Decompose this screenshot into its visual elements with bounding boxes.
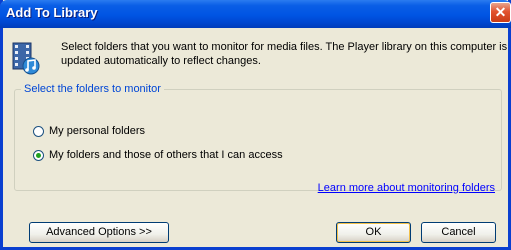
radio-personal-folders-circle[interactable] bbox=[33, 125, 44, 137]
folders-group-legend: Select the folders to monitor bbox=[24, 83, 161, 95]
learn-more-link[interactable]: Learn more about monitoring folders bbox=[318, 182, 495, 194]
close-button[interactable]: ✕ bbox=[490, 2, 511, 23]
cancel-button[interactable]: Cancel bbox=[421, 222, 496, 243]
close-icon: ✕ bbox=[494, 4, 507, 20]
advanced-options-button[interactable]: Advanced Options >> bbox=[29, 222, 169, 243]
radio-personal-folders[interactable]: My personal folders bbox=[33, 125, 145, 137]
title-bar[interactable]: Add To Library ✕ bbox=[0, 0, 511, 28]
add-to-library-dialog: Add To Library ✕ Select folders that you… bbox=[0, 0, 511, 250]
radio-all-accessible-folders-label[interactable]: My folders and those of others that I ca… bbox=[49, 149, 283, 161]
ok-button[interactable]: OK bbox=[336, 222, 411, 243]
radio-personal-folders-label[interactable]: My personal folders bbox=[49, 125, 145, 137]
intro-text: Select folders that you want to monitor … bbox=[61, 41, 508, 67]
media-library-icon bbox=[12, 42, 40, 75]
dialog-title: Add To Library bbox=[6, 5, 98, 20]
radio-all-accessible-folders[interactable]: My folders and those of others that I ca… bbox=[33, 149, 283, 161]
radio-all-accessible-folders-circle[interactable] bbox=[33, 149, 44, 161]
folders-group: Select the folders to monitor My persona… bbox=[14, 83, 502, 194]
